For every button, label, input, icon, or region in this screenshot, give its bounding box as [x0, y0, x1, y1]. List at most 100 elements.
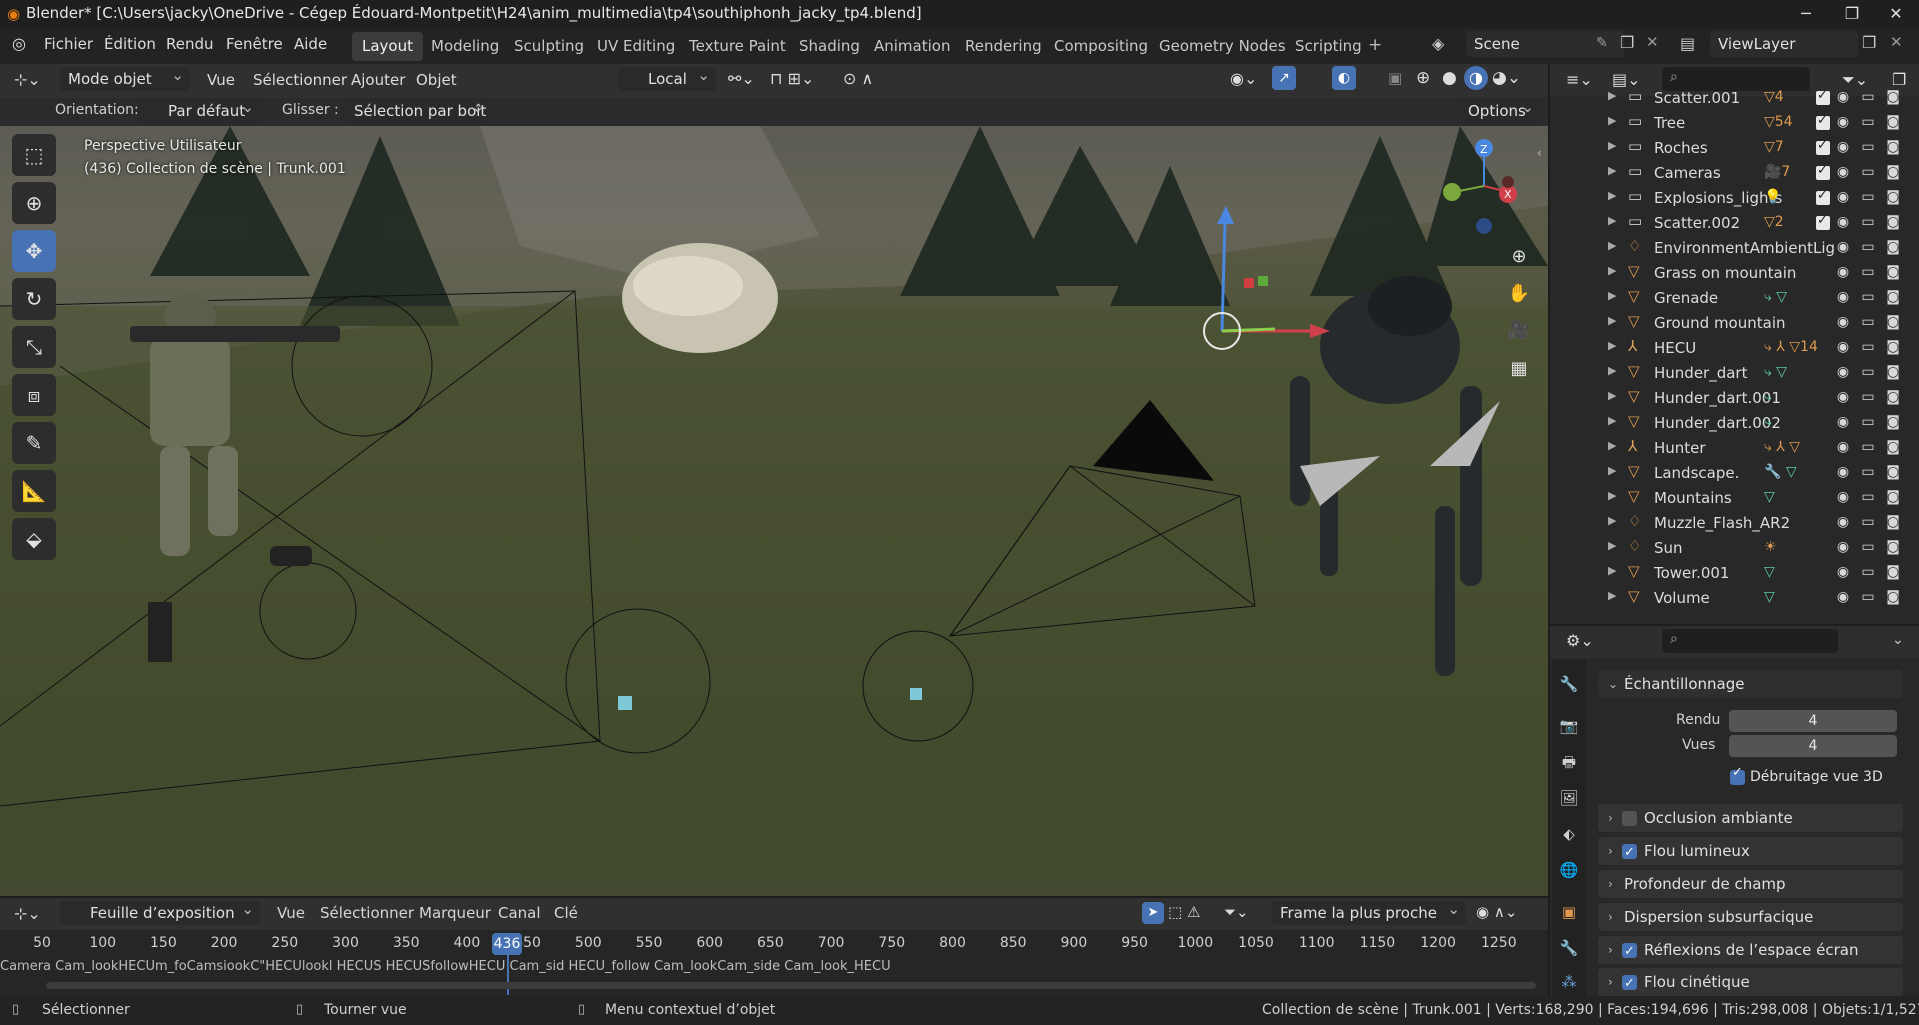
camera-render-icon[interactable]: ◙: [1884, 389, 1902, 405]
timeline-menu-marqueur[interactable]: Marqueur: [419, 904, 491, 922]
eye-icon[interactable]: ◉: [1834, 314, 1852, 330]
property-panel[interactable]: › Dispersion subsurfacique: [1598, 903, 1903, 931]
panel-enable-checkbox[interactable]: [1622, 839, 1637, 867]
monitor-icon[interactable]: ▭: [1859, 264, 1877, 280]
timeline-editor-type-icon[interactable]: ⊹⌄: [14, 904, 41, 923]
monitor-icon[interactable]: ▭: [1859, 189, 1877, 205]
outliner-row[interactable]: ▶ ▭ Roches ▽7 ◉ ▭ ◙: [1550, 136, 1910, 161]
property-panel[interactable]: › Flou cinétique: [1598, 968, 1903, 998]
modifier-tab-icon[interactable]: 🔧: [1554, 934, 1584, 962]
outliner-row[interactable]: ▶ ▽ Grass on mountain ◉ ▭ ◙: [1550, 261, 1910, 286]
move-tool-icon[interactable]: ✥: [12, 230, 56, 272]
outliner-row[interactable]: ▶ ▽ Hunder_dart.001 ⤷ ◉ ▭ ◙: [1550, 386, 1910, 411]
outliner-row[interactable]: ▶ ▽ Volume ▽ ◉ ▭ ◙: [1550, 586, 1910, 611]
expand-triangle-icon[interactable]: ▶: [1608, 439, 1616, 452]
tab-sculpting[interactable]: Sculpting: [504, 32, 594, 61]
particles-tab-icon[interactable]: ⁂: [1554, 968, 1584, 996]
xray-icon[interactable]: ▣: [1388, 69, 1402, 87]
camera-render-icon[interactable]: ◙: [1884, 314, 1902, 330]
transform-orientation-dropdown[interactable]: Local: [618, 63, 716, 91]
outliner-item-name[interactable]: Scatter.002: [1654, 214, 1740, 232]
expand-triangle-icon[interactable]: ▶: [1608, 489, 1616, 502]
world-tab-icon[interactable]: 🌐: [1554, 856, 1584, 884]
eye-icon[interactable]: ◉: [1834, 214, 1852, 230]
menu-aide[interactable]: Aide: [294, 35, 327, 53]
delete-view-layer-icon[interactable]: ✕: [1890, 33, 1903, 51]
eye-icon[interactable]: ◉: [1834, 414, 1852, 430]
menu-edition[interactable]: Édition: [104, 35, 156, 53]
view-layer-tab-icon[interactable]: 🖼: [1554, 784, 1584, 812]
outliner-row[interactable]: ▶▭Explosions_lights💡◉▭◙: [1550, 186, 1910, 211]
camera-render-icon[interactable]: ◙: [1884, 439, 1902, 455]
monitor-icon[interactable]: ▭: [1859, 589, 1877, 605]
rendered-shading-icon[interactable]: ◕⌄: [1492, 68, 1521, 88]
maximize-button[interactable]: ❐: [1829, 0, 1875, 28]
eye-icon[interactable]: ◉: [1834, 89, 1852, 105]
delete-scene-icon[interactable]: ✕: [1646, 33, 1659, 51]
properties-search-input[interactable]: ⌕: [1662, 629, 1838, 653]
outliner-item-name[interactable]: Muzzle_Flash_AR2: [1654, 514, 1790, 532]
add-workspace-icon[interactable]: +: [1368, 35, 1382, 55]
outliner-item-name[interactable]: Roches: [1654, 139, 1708, 157]
sidebar-toggle-icon[interactable]: ‹: [1537, 146, 1542, 160]
outliner-item-name[interactable]: EnvironmentAmbientLig: [1654, 239, 1835, 257]
eye-icon[interactable]: ◉: [1834, 239, 1852, 255]
close-button[interactable]: ✕: [1873, 0, 1919, 28]
eye-icon[interactable]: ◉: [1834, 114, 1852, 130]
monitor-icon[interactable]: ▭: [1859, 539, 1877, 555]
expand-triangle-icon[interactable]: ▶: [1608, 564, 1616, 577]
eye-icon[interactable]: ◉: [1834, 364, 1852, 380]
outliner-item-name[interactable]: Hunter: [1654, 439, 1706, 457]
outliner-row[interactable]: ▶ ▽ Hunder_dart.002 ⤷ ◉ ▭ ◙: [1550, 411, 1910, 436]
menu-fichier[interactable]: Fichier: [44, 35, 93, 53]
include-checkbox[interactable]: [1816, 163, 1830, 180]
monitor-icon[interactable]: ▭: [1859, 364, 1877, 380]
outliner-item-data[interactable]: ▽4: [1764, 89, 1784, 105]
timeline-filter-icon[interactable]: ⏷⌄: [1224, 903, 1249, 921]
outliner-item-data[interactable]: ⤷ ▽: [1764, 289, 1787, 305]
outliner-item-data[interactable]: ▽54: [1764, 114, 1793, 130]
camera-render-icon[interactable]: ◙: [1884, 189, 1902, 205]
monitor-icon[interactable]: ▭: [1859, 214, 1877, 230]
expand-triangle-icon[interactable]: ▶: [1608, 289, 1616, 302]
monitor-icon[interactable]: ▭: [1859, 414, 1877, 430]
object-tab-icon[interactable]: ▣: [1554, 898, 1584, 926]
outliner-item-name[interactable]: Hunder_dart: [1654, 364, 1747, 382]
annotate-tool-icon[interactable]: ✎: [12, 422, 56, 464]
monitor-icon[interactable]: ▭: [1859, 289, 1877, 305]
monitor-icon[interactable]: ▭: [1859, 389, 1877, 405]
expand-triangle-icon[interactable]: ▶: [1608, 364, 1616, 377]
monitor-icon[interactable]: ▭: [1859, 314, 1877, 330]
expand-triangle-icon[interactable]: ▶: [1608, 114, 1616, 127]
monitor-icon[interactable]: ▭: [1859, 464, 1877, 480]
camera-render-icon[interactable]: ◙: [1884, 239, 1902, 255]
timeline-menu-vue[interactable]: Vue: [277, 904, 305, 922]
camera-render-icon[interactable]: ◙: [1884, 589, 1902, 605]
outliner-item-name[interactable]: Scatter.001: [1654, 89, 1740, 107]
camera-render-icon[interactable]: ◙: [1884, 114, 1902, 130]
monitor-icon[interactable]: ▭: [1859, 439, 1877, 455]
zoom-icon[interactable]: ⊕: [1502, 240, 1536, 274]
include-checkbox[interactable]: [1816, 113, 1830, 130]
property-panel[interactable]: › Profondeur de champ: [1598, 870, 1903, 898]
eye-icon[interactable]: ◉: [1834, 264, 1852, 280]
ortho-grid-icon[interactable]: ▦: [1502, 352, 1536, 386]
pin-icon[interactable]: ✎: [1596, 35, 1608, 51]
outliner-row[interactable]: ▶ ▽ Tower.001 ▽ ◉ ▭ ◙: [1550, 561, 1910, 586]
outliner-item-name[interactable]: Sun: [1654, 539, 1683, 557]
drag-dropdown[interactable]: Sélection par boît: [346, 95, 490, 123]
viewport-samples-field[interactable]: 4: [1729, 735, 1897, 757]
only-selected-icon[interactable]: ➤: [1142, 902, 1164, 924]
sampling-panel-header[interactable]: ⌄ Échantillonnage: [1598, 670, 1903, 698]
expand-triangle-icon[interactable]: ▶: [1608, 139, 1616, 152]
outliner-row[interactable]: ▶ ⅄ Hunter ⤷ ⅄ ▽ ◉ ▭ ◙: [1550, 436, 1910, 461]
expand-triangle-icon[interactable]: ▶: [1608, 314, 1616, 327]
tab-scripting[interactable]: Scripting: [1285, 32, 1372, 61]
outliner-row[interactable]: ▶ ♢ Muzzle_Flash_AR2 ◉ ▭ ◙: [1550, 511, 1910, 536]
snap-mode-dropdown[interactable]: Frame la plus proche: [1272, 897, 1466, 925]
include-checkbox[interactable]: [1816, 213, 1830, 230]
outliner-item-data[interactable]: ⤷ ▽: [1764, 364, 1787, 380]
render-tab-icon[interactable]: 📷: [1554, 712, 1584, 740]
new-view-layer-icon[interactable]: ❐: [1862, 33, 1876, 52]
expand-triangle-icon[interactable]: ▶: [1608, 464, 1616, 477]
